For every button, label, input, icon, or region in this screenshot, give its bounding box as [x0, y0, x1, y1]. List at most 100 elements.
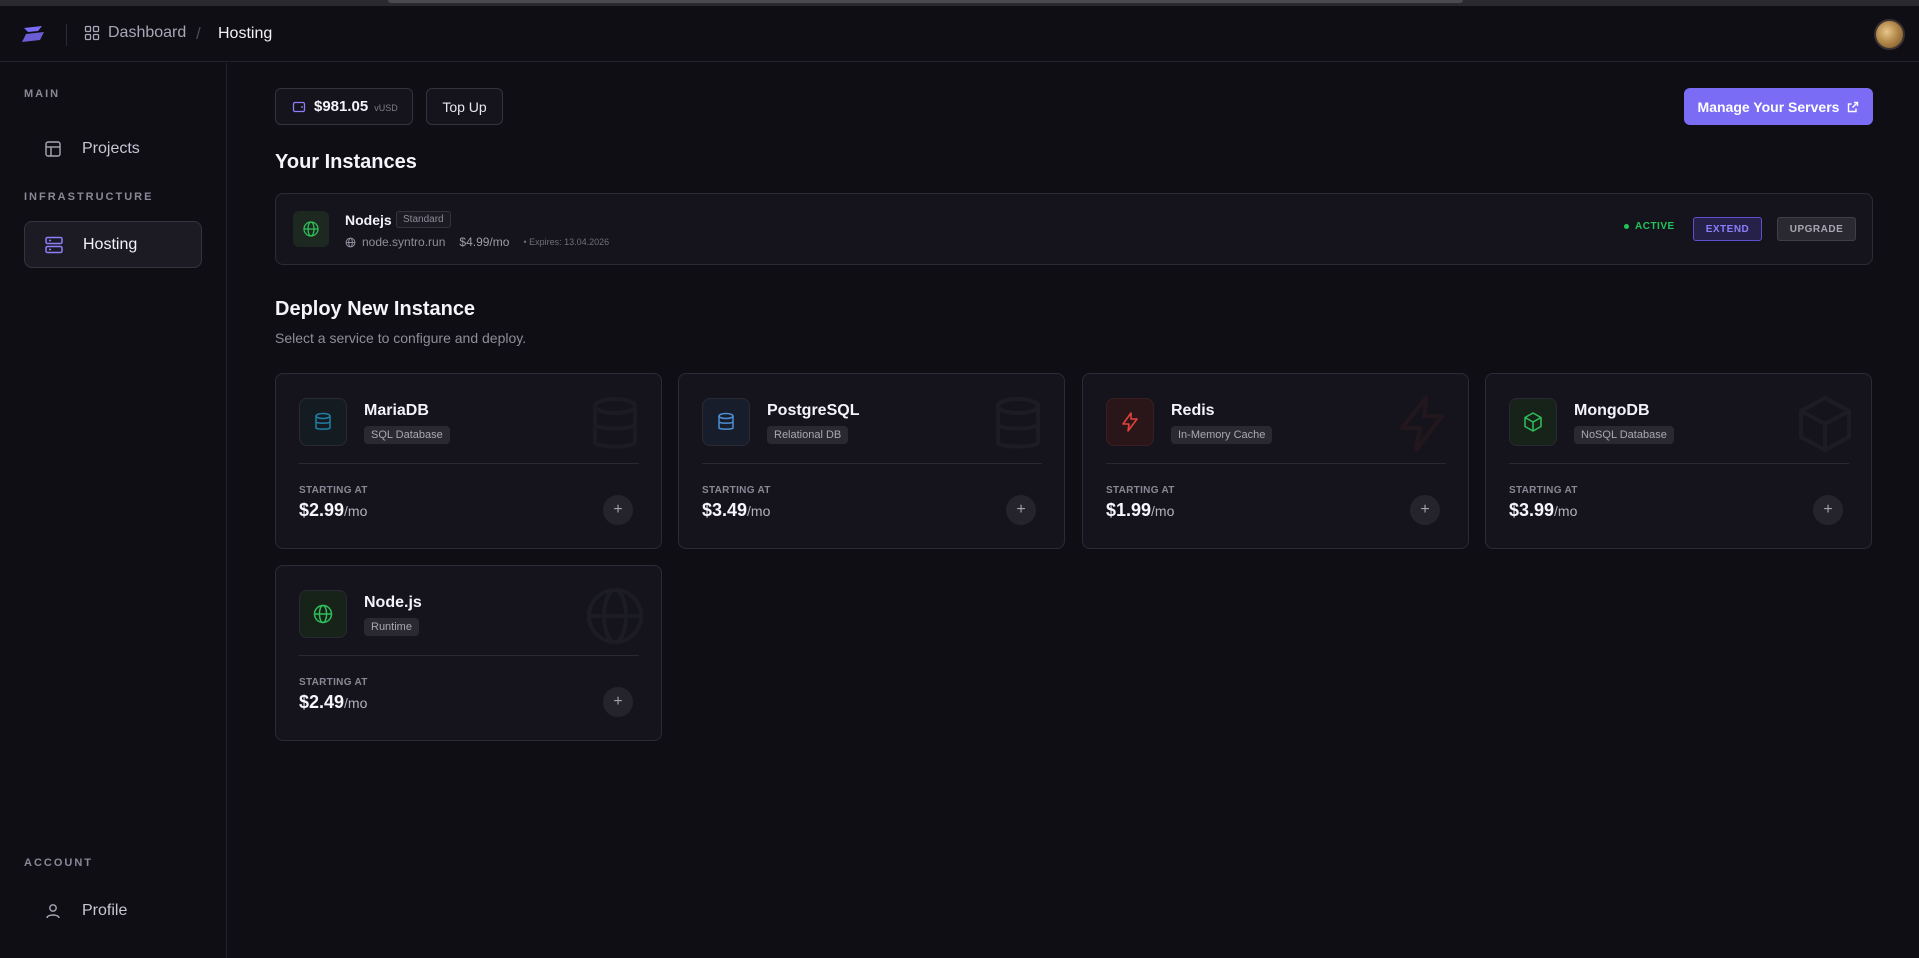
per-month: /mo — [344, 695, 368, 711]
breadcrumb-current: Hosting — [218, 25, 273, 42]
user-icon — [42, 900, 64, 922]
card-divider — [1509, 463, 1849, 464]
globe-watermark-icon — [587, 588, 643, 644]
card-divider — [702, 463, 1042, 464]
starting-label: STARTING AT — [299, 677, 368, 688]
extend-button[interactable]: EXTEND — [1693, 217, 1762, 241]
per-month: /mo — [747, 503, 771, 519]
plus-icon: + — [613, 501, 623, 518]
service-name: Node.js — [364, 594, 422, 611]
sidebar-item-projects[interactable]: Projects — [24, 125, 202, 172]
service-price: $3.49/mo — [702, 500, 770, 521]
external-link-icon — [1848, 101, 1859, 112]
sidebar-item-label: Profile — [82, 901, 128, 919]
starting-label: STARTING AT — [1106, 485, 1175, 496]
instance-expiry: • Expires: 13.04.2026 — [523, 237, 610, 247]
service-card-nodejs[interactable]: Node.js Runtime STARTING AT $2.49/mo + — [275, 565, 662, 741]
instance-price: $4.99/mo — [459, 235, 510, 249]
service-price: $2.99/mo — [299, 500, 367, 521]
sidebar-item-label: Projects — [82, 139, 140, 157]
plus-icon: + — [1420, 501, 1430, 518]
top-up-button[interactable]: Top Up — [426, 88, 503, 125]
add-service-button[interactable]: + — [603, 495, 633, 525]
header-divider — [66, 24, 67, 46]
status-badge: ACTIVE — [1624, 221, 1675, 232]
card-divider — [299, 655, 639, 656]
wallet-unit: vUSD — [374, 102, 398, 113]
instance-name: Nodejs — [345, 212, 392, 228]
service-tag: In-Memory Cache — [1171, 426, 1273, 444]
database-icon — [299, 398, 347, 446]
add-service-button[interactable]: + — [1006, 495, 1036, 525]
status-dot — [1624, 224, 1629, 229]
sidebar-item-hosting[interactable]: Hosting — [24, 221, 202, 268]
card-divider — [299, 463, 639, 464]
sidebar-item-profile[interactable]: Profile — [24, 887, 202, 934]
manage-servers-label: Manage Your Servers — [1697, 98, 1840, 115]
starting-label: STARTING AT — [702, 485, 771, 496]
user-avatar[interactable] — [1874, 19, 1905, 50]
top-header: Dashboard / Hosting — [0, 6, 1919, 62]
deploy-title: Deploy New Instance — [275, 298, 476, 320]
wallet-amount: $981.05 — [314, 98, 369, 115]
manage-servers-button[interactable]: Manage Your Servers — [1684, 88, 1873, 125]
sidebar-section-infrastructure: INFRASTRUCTURE — [24, 191, 154, 203]
layout-icon — [42, 138, 64, 160]
service-card-postgresql[interactable]: PostgreSQL Relational DB STARTING AT $3.… — [678, 373, 1065, 549]
service-price-value: $3.49 — [702, 500, 748, 520]
sidebar-section-main: MAIN — [24, 88, 61, 100]
starting-label: STARTING AT — [1509, 485, 1578, 496]
instance-meta: node.syntro.run $4.99/mo • Expires: 13.0… — [345, 235, 609, 249]
lightning-watermark-icon — [1400, 396, 1444, 452]
per-month: /mo — [344, 503, 368, 519]
deploy-subtitle: Select a service to configure and deploy… — [275, 330, 527, 346]
database-icon — [702, 398, 750, 446]
plus-icon: + — [1823, 501, 1833, 518]
instance-tier-badge: Standard — [396, 211, 451, 228]
globe-icon — [299, 590, 347, 638]
sidebar: MAIN Projects INFRASTRUCTURE Hosting ACC… — [0, 63, 227, 958]
add-service-button[interactable]: + — [603, 687, 633, 717]
wallet-icon — [292, 101, 306, 112]
per-month: /mo — [1554, 503, 1578, 519]
service-price-value: $3.99 — [1509, 500, 1555, 520]
service-price-value: $1.99 — [1106, 500, 1152, 520]
cube-icon — [1509, 398, 1557, 446]
service-tag: Runtime — [364, 618, 419, 636]
instances-title: Your Instances — [275, 151, 417, 173]
server-icon — [43, 234, 65, 256]
instance-row[interactable]: Nodejs Standard node.syntro.run $4.99/mo… — [275, 193, 1873, 265]
service-price: $3.99/mo — [1509, 500, 1577, 521]
service-tag: SQL Database — [364, 426, 450, 444]
service-price-value: $2.49 — [299, 692, 345, 712]
service-name: MongoDB — [1574, 402, 1650, 419]
starting-label: STARTING AT — [299, 485, 368, 496]
globe-icon — [345, 237, 356, 247]
lightning-icon — [1106, 398, 1154, 446]
upgrade-button[interactable]: UPGRADE — [1777, 217, 1856, 241]
service-card-mongodb[interactable]: MongoDB NoSQL Database STARTING AT $3.99… — [1485, 373, 1872, 549]
app-logo-icon[interactable] — [18, 22, 50, 46]
breadcrumb-dashboard-label: Dashboard — [108, 24, 187, 41]
sidebar-section-account: ACCOUNT — [24, 857, 93, 869]
service-card-redis[interactable]: Redis In-Memory Cache STARTING AT $1.99/… — [1082, 373, 1469, 549]
service-price-value: $2.99 — [299, 500, 345, 520]
service-name: MariaDB — [364, 402, 429, 419]
add-service-button[interactable]: + — [1410, 495, 1440, 525]
service-name: PostgreSQL — [767, 402, 860, 419]
service-card-mariadb[interactable]: MariaDB SQL Database STARTING AT $2.99/m… — [275, 373, 662, 549]
service-tag: Relational DB — [767, 426, 849, 444]
globe-icon — [293, 211, 329, 247]
cube-watermark-icon — [1799, 396, 1851, 452]
card-divider — [1106, 463, 1446, 464]
wallet-balance[interactable]: $981.05 vUSD — [275, 88, 413, 125]
window-tab-bar — [388, 0, 1463, 3]
breadcrumb-dashboard[interactable]: Dashboard — [84, 24, 186, 42]
add-service-button[interactable]: + — [1813, 495, 1843, 525]
instance-domain[interactable]: node.syntro.run — [362, 235, 445, 249]
service-price: $2.49/mo — [299, 692, 367, 713]
service-tag: NoSQL Database — [1574, 426, 1674, 444]
service-name: Redis — [1171, 402, 1215, 419]
plus-icon: + — [613, 693, 623, 710]
status-label: ACTIVE — [1635, 221, 1675, 232]
